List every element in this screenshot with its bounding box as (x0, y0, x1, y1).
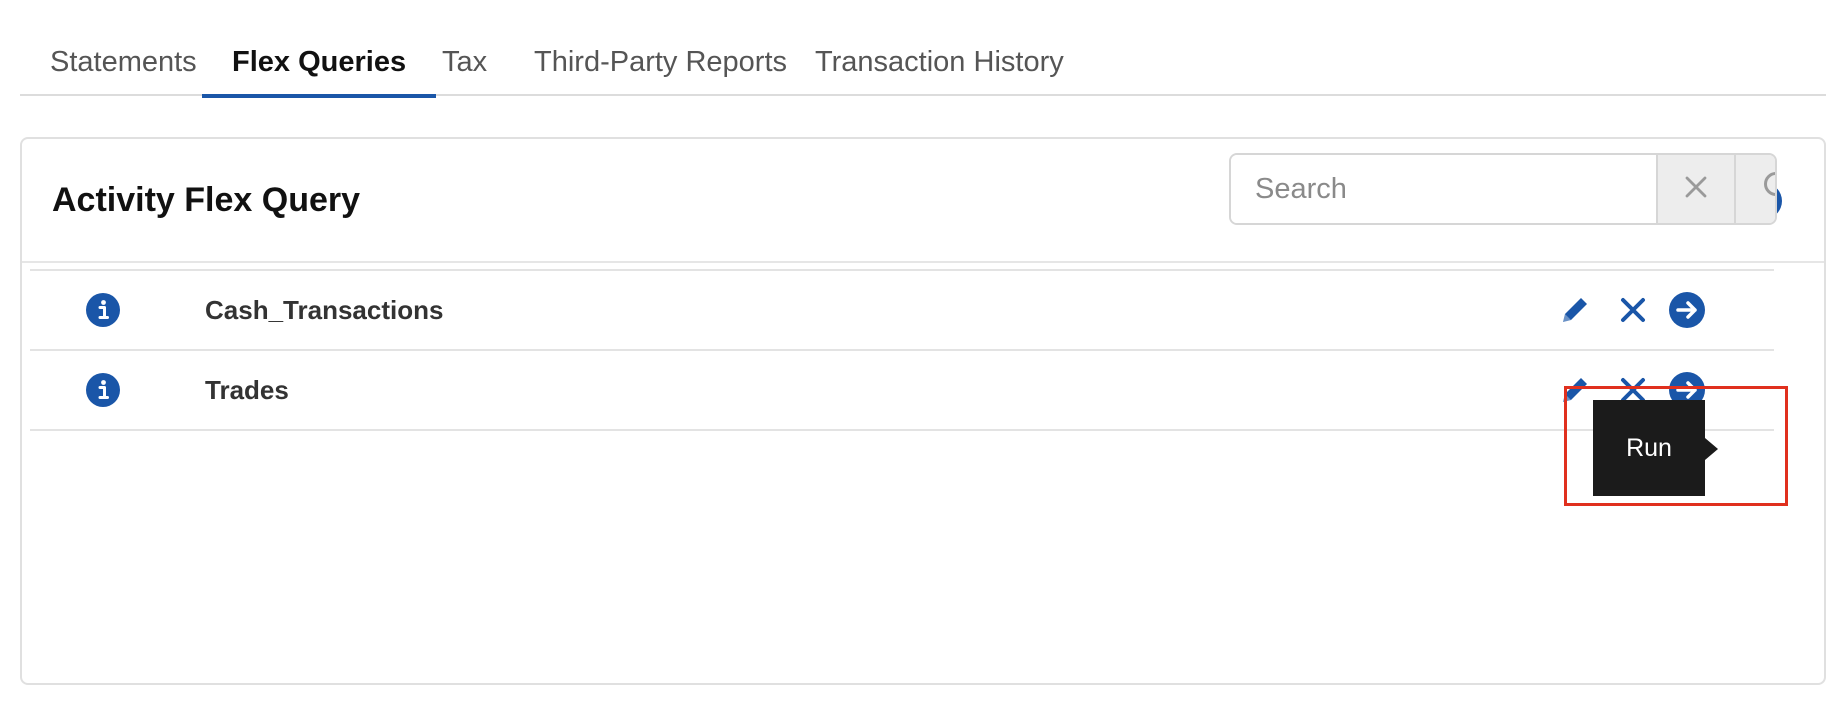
info-icon[interactable] (85, 372, 121, 408)
search-submit-button[interactable] (1734, 155, 1775, 223)
run-tooltip: Run (1593, 400, 1718, 496)
pencil-icon[interactable] (1556, 371, 1594, 409)
close-icon (1684, 175, 1708, 204)
close-icon[interactable] (1614, 291, 1652, 329)
tab-flex-queries[interactable]: Flex Queries (202, 28, 437, 98)
list-item: Trades (30, 351, 1774, 431)
tab-third-party-reports[interactable]: Third-Party Reports (504, 28, 817, 96)
search-bar (1229, 153, 1777, 225)
arrow-right-circle-icon[interactable] (1668, 291, 1706, 329)
pencil-icon[interactable] (1556, 291, 1594, 329)
panel-title: Activity Flex Query (52, 181, 361, 219)
search-input[interactable] (1231, 155, 1656, 223)
tab-tax[interactable]: Tax (412, 28, 517, 96)
tab-transaction-history[interactable]: Transaction History (785, 28, 1094, 96)
query-name[interactable]: Trades (205, 351, 289, 429)
flex-query-list: Cash_Transactions Trades (30, 269, 1774, 431)
list-item: Cash_Transactions (30, 271, 1774, 351)
query-name[interactable]: Cash_Transactions (205, 271, 443, 349)
search-icon (1761, 169, 1775, 210)
info-icon[interactable] (85, 292, 121, 328)
row-actions (1556, 271, 1736, 349)
tab-statements[interactable]: Statements (20, 28, 227, 96)
report-tabs: Statements Flex Queries Tax Third-Party … (20, 28, 1826, 98)
search-clear-button[interactable] (1656, 155, 1734, 223)
